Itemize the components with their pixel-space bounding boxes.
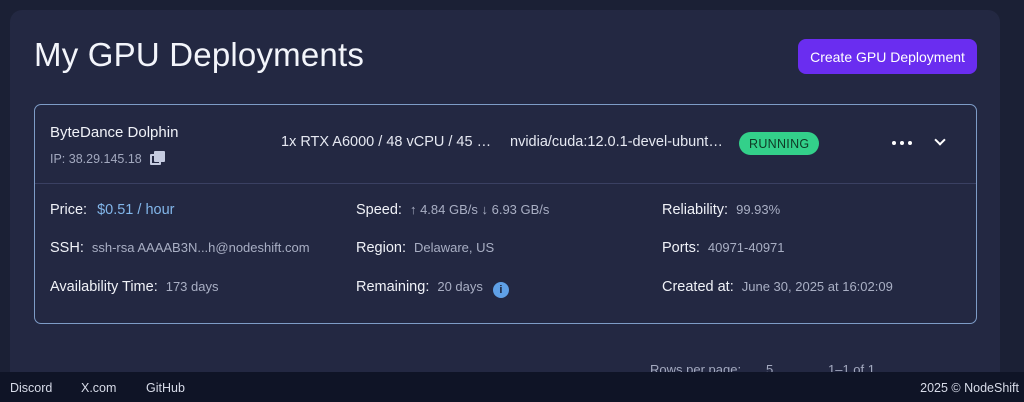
deployment-ip-text: IP: 38.29.145.18 [50, 151, 142, 166]
speed-field: Speed: ↑ 4.84 GB/s ↓ 6.93 GB/s [356, 202, 549, 218]
info-icon[interactable]: i [492, 282, 509, 298]
create-gpu-deployment-button[interactable]: Create GPU Deployment [798, 39, 977, 74]
speed-value: ↑ 4.84 GB/s ↓ 6.93 GB/s [409, 202, 550, 217]
footer: Discord X.com GitHub 2025 © NodeShift [0, 372, 1024, 402]
deployment-ip: IP: 38.29.145.18 [50, 151, 165, 166]
price-value: $0.51 / hour [97, 202, 175, 218]
page-title: My GPU Deployments [34, 36, 365, 73]
region-label: Region: [356, 240, 406, 256]
footer-link-github[interactable]: GitHub [146, 381, 185, 395]
remaining-field: Remaining: 20 days i [356, 279, 509, 298]
card-divider [35, 183, 976, 184]
deployment-name: ByteDance Dolphin [50, 124, 179, 141]
status-badge: RUNNING [739, 132, 820, 155]
created-label: Created at: [662, 279, 734, 295]
more-options-icon[interactable] [892, 133, 912, 153]
ports-value: 40971-40971 [707, 240, 785, 255]
speed-label: Speed: [356, 202, 402, 218]
created-field: Created at: June 30, 2025 at 16:02:09 [662, 279, 893, 295]
reliability-value: 99.93% [736, 202, 781, 217]
deployment-image: nvidia/cuda:12.0.1-devel-ubuntu22.04 [510, 134, 730, 150]
region-field: Region: Delaware, US [356, 240, 494, 256]
footer-link-x[interactable]: X.com [81, 381, 116, 395]
reliability-label: Reliability: [662, 202, 729, 218]
copyright: 2025 © NodeShift [920, 381, 1019, 395]
price-label: Price: [50, 202, 88, 218]
deployment-spec: 1x RTX A6000 / 48 vCPU / 45 GB RAM [281, 134, 501, 150]
ports-label: Ports: [662, 240, 700, 256]
remaining-label: Remaining: [356, 279, 430, 295]
ssh-field: SSH: ssh-rsa AAAAB3N...h@nodeshift.com [50, 240, 310, 256]
deployment-card-header[interactable]: ByteDance Dolphin IP: 38.29.145.18 1x RT… [35, 105, 976, 183]
copy-icon[interactable] [149, 151, 165, 166]
availability-field: Availability Time: 173 days [50, 279, 218, 295]
reliability-field: Reliability: 99.93% [662, 202, 780, 218]
created-value: June 30, 2025 at 16:02:09 [741, 279, 893, 294]
ssh-value[interactable]: ssh-rsa AAAAB3N...h@nodeshift.com [92, 240, 310, 255]
price-field: Price: $0.51 / hour [50, 202, 174, 218]
availability-value: 173 days [165, 279, 219, 294]
region-value: Delaware, US [413, 240, 495, 255]
ssh-label: SSH: [50, 240, 84, 256]
ports-field: Ports: 40971-40971 [662, 240, 785, 256]
availability-label: Availability Time: [50, 279, 158, 295]
chevron-down-icon[interactable] [933, 134, 949, 150]
deployment-card[interactable]: ByteDance Dolphin IP: 38.29.145.18 1x RT… [34, 104, 977, 324]
remaining-value: 20 days [437, 279, 483, 294]
footer-link-discord[interactable]: Discord [10, 381, 52, 395]
